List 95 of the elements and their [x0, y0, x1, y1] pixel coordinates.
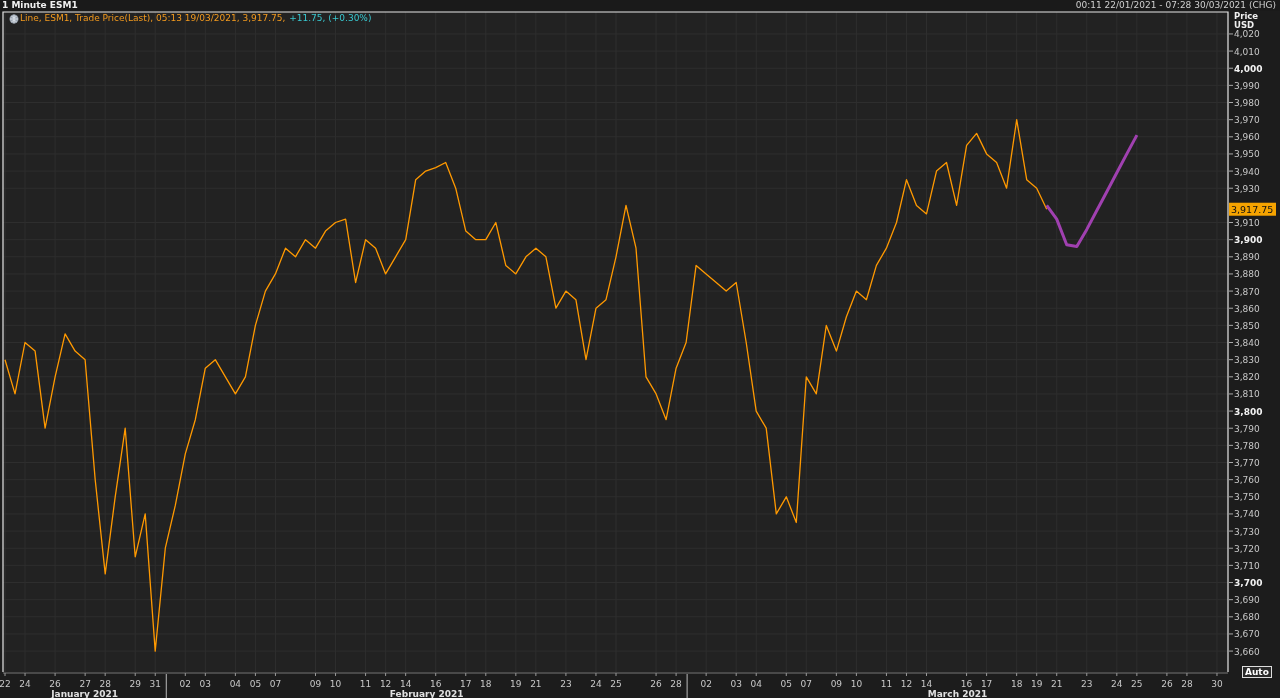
axis-label: 3,970	[1234, 115, 1260, 126]
axis-label: 23	[1081, 679, 1093, 689]
axis-label: 31	[149, 679, 161, 689]
axis-label: 3,700	[1234, 578, 1263, 588]
axis-label: 25	[1131, 679, 1143, 689]
legend-text: Line, ESM1, Trade Price(Last), 05:13 19/03/2021, 3,917.75,	[20, 13, 287, 24]
axis-label: 05	[249, 679, 262, 689]
axis-label: 14	[399, 679, 412, 689]
axis-label: 26	[650, 679, 662, 689]
axis-label: 02	[179, 679, 191, 689]
axis-label: 3,880	[1234, 269, 1260, 280]
axis-label: 22	[0, 679, 11, 689]
axis-label: 04	[229, 679, 242, 689]
axis-label: 07	[800, 679, 813, 689]
axis-label: 12	[379, 679, 392, 689]
axis-label: 3,680	[1234, 612, 1260, 623]
axis-label: 3,790	[1234, 423, 1260, 434]
axis-label: 3,860	[1234, 303, 1260, 314]
axis-label: 4,000	[1234, 63, 1263, 74]
axis-label: 4,010	[1234, 46, 1260, 57]
auto-button[interactable]: Auto	[1242, 666, 1272, 678]
axis-label: 3,710	[1234, 560, 1260, 571]
axis-label: 02	[700, 679, 712, 689]
axis-label: 17	[460, 679, 472, 689]
axis-title: Price	[1234, 11, 1259, 21]
axis-label: 3,750	[1234, 492, 1260, 503]
axis-label: 17	[980, 679, 993, 689]
axis-label: 21	[1051, 679, 1063, 689]
month-label: March 2021	[927, 689, 988, 698]
axis-label: 18	[480, 679, 492, 689]
axis-label: 3,820	[1234, 372, 1260, 383]
axis-label: 3,770	[1234, 458, 1260, 468]
axis-label: 26	[49, 679, 61, 689]
axis-label: 04	[750, 679, 762, 689]
axis-label: 26	[1161, 679, 1173, 689]
axis-label: 07	[269, 679, 282, 689]
chart-title: 1 Minute ESM1	[1, 0, 78, 11]
axis-label: 3,800	[1234, 406, 1263, 417]
axis-label: 3,930	[1234, 183, 1260, 194]
axis-label: 3,890	[1234, 252, 1260, 263]
axis-label: 3,730	[1234, 526, 1260, 537]
globe-icon	[9, 13, 19, 24]
axis-label: 3,900	[1234, 235, 1263, 246]
axis-label: 3,720	[1234, 543, 1260, 554]
axis-label: 3,740	[1234, 509, 1260, 520]
axis-label: 10	[850, 679, 863, 689]
axis-label: 18	[1010, 679, 1023, 689]
axis-label: 24	[1111, 679, 1123, 689]
date-range: 00:11 22/01/2021 - 07:28 30/03/2021 (CHG)	[1075, 0, 1277, 11]
axis-label: 21	[530, 679, 542, 689]
axis-label: 3,660	[1234, 646, 1260, 657]
axis-label: 30	[1211, 679, 1223, 689]
axis-label: 3,690	[1234, 595, 1260, 606]
axis-label: 11	[880, 679, 893, 689]
change-text: +11.75, (+0.30%)	[289, 13, 372, 24]
axis-label: 3,760	[1234, 475, 1260, 486]
axis-label: 19	[1030, 679, 1043, 689]
axis-label: 28	[99, 679, 111, 689]
axis-label: 24	[19, 679, 31, 689]
axis-label: 28	[670, 679, 682, 689]
axis-label: 3,960	[1234, 132, 1260, 143]
axis-label: 11	[359, 679, 372, 689]
axis-label: 3,950	[1234, 149, 1260, 160]
axis-label: 10	[329, 679, 342, 689]
axis-label: 3,840	[1234, 338, 1260, 348]
axis-label: 14	[920, 679, 933, 689]
axis-label: 16	[430, 679, 442, 689]
axis-label: 05	[780, 679, 792, 689]
axis-label: 3,910	[1234, 218, 1260, 228]
axis-label: 3,780	[1234, 440, 1260, 451]
month-label: February 2021	[389, 689, 464, 698]
axis-label: 3,940	[1234, 166, 1260, 177]
axis-label: 3,870	[1234, 286, 1260, 297]
axis-label: 3,670	[1234, 629, 1260, 640]
axis-label: 3,830	[1234, 355, 1260, 366]
axis-label: 03	[730, 679, 742, 689]
axis-label: 3,980	[1234, 98, 1260, 108]
axis-label: 24	[590, 679, 602, 689]
axis-label: 09	[830, 679, 843, 689]
axis-label: 23	[560, 679, 572, 689]
month-label: January 2021	[51, 689, 119, 698]
axis-label: 25	[610, 679, 622, 689]
axis-label: 3,850	[1234, 320, 1260, 331]
axis-label: 12	[900, 679, 913, 689]
axis-label: 03	[199, 679, 212, 689]
axis-label: 27	[79, 679, 91, 689]
axis-label: 16	[960, 679, 973, 689]
axis-label: 28	[1181, 679, 1193, 689]
axis-label: 3,810	[1234, 389, 1260, 400]
axis-label: 19	[510, 679, 522, 689]
axis-label: 09	[309, 679, 322, 689]
currency-label: USD	[1234, 20, 1255, 30]
axis-label: 3,990	[1234, 80, 1260, 91]
axis-label: 4,020	[1234, 29, 1260, 40]
axis-label: 29	[129, 679, 141, 689]
